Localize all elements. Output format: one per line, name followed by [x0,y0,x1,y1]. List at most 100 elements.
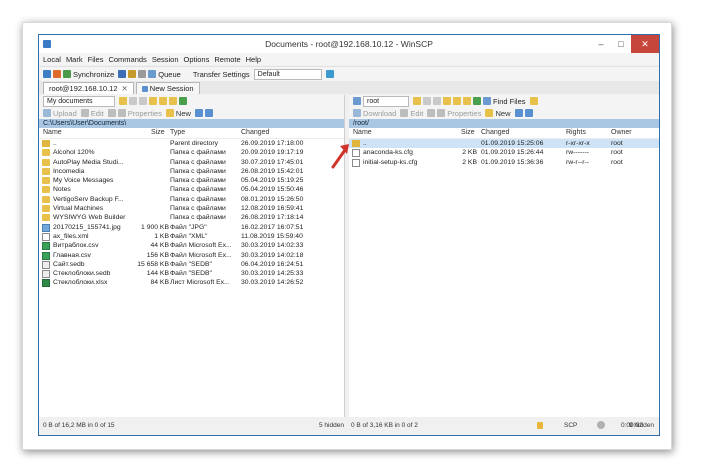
folder-row[interactable]: My Voice Messages Папка с файлами 05.04.20… [39,176,344,185]
select-icon[interactable] [514,109,523,117]
transfer-settings-select[interactable]: Default [253,68,322,80]
close-tab-icon[interactable]: ✕ [122,83,128,94]
column-name[interactable]: Name [353,128,372,138]
maximize-button[interactable]: □ [611,35,631,53]
menu-help[interactable]: Help [246,55,261,64]
terminal-icon[interactable] [118,70,127,78]
file-row[interactable]: Главная.csv 156 KB Файл Microsoft Ex... 30.… [39,251,344,260]
select-icon[interactable] [194,109,203,117]
sync-browse-icon[interactable] [529,97,538,105]
preferences-icon[interactable] [138,70,147,78]
filter-icon[interactable] [413,97,421,105]
file-row[interactable]: anaconda-ks.cfg 2 KB 01.09.2019 15:26:44 rw… [349,148,659,158]
menu-session[interactable]: Session [152,55,179,64]
menu-mark[interactable]: Mark [66,55,83,64]
menu-options[interactable]: Options [184,55,210,64]
column-changed[interactable]: Changed [241,128,269,138]
edit-button[interactable]: Edit [91,109,104,118]
grid-icon[interactable] [43,70,51,78]
menu-commands[interactable]: Commands [108,55,146,64]
file-icon [42,260,50,269]
new-button[interactable]: New [495,109,510,118]
tab-new-session[interactable]: New Session [135,82,200,94]
folder-row[interactable]: Notes Папка с файлами 05.04.2019 15:50:46 [39,185,344,194]
parent-folder-icon[interactable] [149,97,157,105]
column-type[interactable]: Type [170,128,185,138]
upload-icon[interactable] [43,109,51,117]
queue-button[interactable]: Queue [158,70,181,79]
new-icon[interactable] [485,109,494,117]
menu-remote[interactable]: Remote [214,55,240,64]
forward-icon[interactable] [433,97,441,105]
forward-icon[interactable] [139,97,147,105]
edit-button[interactable]: Edit [410,109,423,118]
menu-files[interactable]: Files [88,55,104,64]
column-changed[interactable]: Changed [481,128,509,138]
cell-type: Файл "JPG" [170,223,207,231]
column-name[interactable]: Name [43,128,62,138]
file-row[interactable]: Стеклоблоки.sedb 144 KB Файл "SEDB" 30.03.2… [39,269,344,279]
file-row[interactable]: 20170215_155741.jpg 1 900 KB Файл "JPG" 16.… [39,223,344,232]
compare-icon[interactable] [53,70,61,78]
folder-row[interactable]: Virtual Machines Папка с файлами 12.08.201… [39,204,344,213]
home-icon[interactable] [463,97,471,105]
menu-local[interactable]: Local [43,55,61,64]
edit-icon[interactable] [80,109,89,117]
transfer-settings-icon[interactable] [325,70,334,78]
tab-session-root[interactable]: root@192.168.10.12 ✕ [43,82,134,94]
close-button[interactable]: ✕ [631,35,659,53]
minimize-button[interactable]: – [591,35,611,53]
unselect-icon[interactable] [524,109,533,117]
folder-row[interactable]: WYSIWYG Web Builder Папка с файлами 26.08.… [39,213,344,222]
main-toolbar: Synchronize Queue Transfer Settings Defa… [39,66,659,81]
putty-icon[interactable] [128,70,137,78]
file-row[interactable]: initial-setup-ks.cfg 2 KB 01.09.2019 15:36… [349,158,659,167]
remote-path[interactable]: /root/ [349,119,659,128]
find-files-button[interactable]: Find Files [493,97,526,106]
find-files-icon[interactable] [483,97,491,105]
local-path[interactable]: C:\Users\User\Documents\ [39,119,344,128]
properties-icon[interactable] [117,109,126,117]
file-row[interactable]: Сайт.sedb 15 658 KB Файл "SEDB" 06.04.2019 … [39,260,344,269]
file-row[interactable]: Стеклоблоки.xlsx 84 KB Лист Microsoft Ex..… [39,278,344,288]
column-size[interactable]: Size [461,128,475,138]
download-icon[interactable] [353,109,361,117]
folder-row[interactable]: AutoPlay Media Studi... Папка с файлами 30… [39,158,344,167]
refresh-icon[interactable] [179,97,187,105]
back-icon[interactable] [129,97,137,105]
folder-row[interactable]: .. Parent directory 26.09.2019 17:18:00 [39,139,344,148]
properties-button[interactable]: Properties [128,109,162,118]
column-owner[interactable]: Owner [611,128,632,138]
new-button[interactable]: New [176,109,191,118]
delete-icon[interactable] [107,109,116,117]
folder-row[interactable]: .. 01.09.2019 15:25:06 r-xr-xr-x root [349,139,659,149]
new-icon[interactable] [165,109,174,117]
download-button[interactable]: Download [363,109,396,118]
column-size[interactable]: Size [151,128,165,138]
properties-icon[interactable] [437,109,446,117]
delete-icon[interactable] [427,109,436,117]
synchronize-icon[interactable] [63,70,71,78]
file-row[interactable]: ax_files.xml 1 KB Файл "XML" 11.08.2019 15:… [39,232,344,241]
parent-folder-icon[interactable] [443,97,451,105]
root-folder-icon[interactable] [159,97,167,105]
root-folder-icon[interactable] [453,97,461,105]
remote-location-select[interactable]: root [363,95,409,107]
local-location-select[interactable]: My documents [43,95,115,107]
back-icon[interactable] [423,97,431,105]
file-icon [42,270,50,279]
folder-row[interactable]: Incomedia Папка с файлами 26.08.2019 15:42… [39,167,344,176]
file-row[interactable]: Витраблок.csv 44 KB Файл Microsoft Ex... 30… [39,241,344,251]
properties-button[interactable]: Properties [447,109,481,118]
folder-row[interactable]: VertigoServ Backup F... Папка с файлами 08… [39,195,344,204]
home-icon[interactable] [169,97,177,105]
queue-icon[interactable] [148,70,157,78]
folder-row[interactable]: Alcohol 120% Папка с файлами 20.09.2019 19… [39,148,344,157]
upload-button[interactable]: Upload [53,109,77,118]
filter-icon[interactable] [119,97,127,105]
synchronize-button[interactable]: Synchronize [73,70,114,79]
column-rights[interactable]: Rights [566,128,586,138]
edit-icon[interactable] [400,109,409,117]
refresh-icon[interactable] [473,97,481,105]
unselect-icon[interactable] [204,109,213,117]
